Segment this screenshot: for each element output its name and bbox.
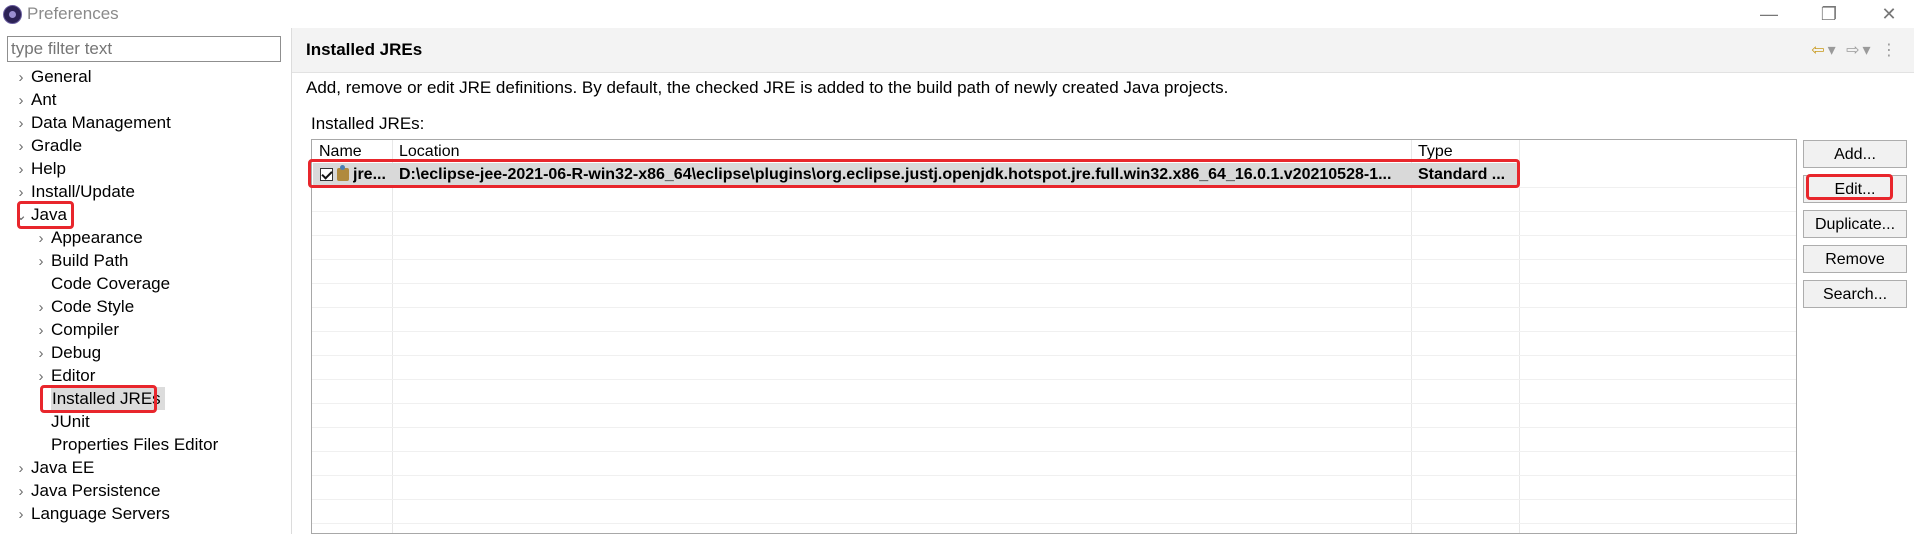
jre-table[interactable]: Name Location Type jre... D:\eclipse-jee… <box>311 139 1797 534</box>
chevron-right-icon[interactable]: › <box>14 66 28 89</box>
column-header-type[interactable]: Type <box>1418 140 1453 161</box>
column-header-location[interactable]: Location <box>399 140 460 161</box>
tree-item-code-style[interactable]: › Code Style <box>34 295 135 319</box>
tree-item-code-coverage[interactable]: Code Coverage <box>51 272 170 295</box>
remove-button[interactable]: Remove <box>1803 245 1907 273</box>
back-icon[interactable]: ⇦ <box>1811 42 1827 59</box>
navigation-toolbar: ⇦▾ ⇨▾ ⋮ <box>1811 40 1900 60</box>
chevron-down-icon[interactable]: ⌄ <box>14 204 28 227</box>
tree-item-java[interactable]: ⌄ Java <box>14 203 67 226</box>
chevron-right-icon[interactable]: › <box>34 319 48 342</box>
table-header: Name Location Type <box>312 140 1796 161</box>
tree-item-editor[interactable]: › Editor <box>34 364 96 388</box>
tree-item-ant[interactable]: › Ant <box>14 88 57 111</box>
menu-icon[interactable]: ⋮ <box>1881 42 1900 59</box>
tree-item-appearance[interactable]: › Appearance <box>34 226 143 249</box>
tree-item-build-path[interactable]: › Build Path <box>34 249 129 272</box>
tree-item-language-servers[interactable]: › Language Servers <box>14 502 170 525</box>
chevron-right-icon[interactable]: › <box>34 227 48 250</box>
main-panel: Installed JREs ⇦▾ ⇨▾ ⋮ Add, remove or ed… <box>292 28 1914 534</box>
title-bar: Preferences — ❐ ✕ <box>0 0 1914 28</box>
chevron-right-icon[interactable]: › <box>34 342 48 365</box>
chevron-right-icon[interactable]: › <box>14 457 28 480</box>
chevron-right-icon[interactable]: › <box>14 112 28 135</box>
checkbox-icon[interactable] <box>320 168 333 181</box>
back-menu-icon[interactable]: ▾ <box>1828 42 1839 59</box>
tree-item-java-ee[interactable]: › Java EE <box>14 456 95 480</box>
edit-button[interactable]: Edit... <box>1803 175 1907 203</box>
tree-item-help[interactable]: › Help <box>14 157 66 180</box>
chevron-right-icon[interactable]: › <box>34 250 48 273</box>
tree-item-properties-files-editor[interactable]: Properties Files Editor <box>51 433 218 456</box>
page-header: Installed JREs ⇦▾ ⇨▾ ⋮ <box>292 28 1914 73</box>
add-button[interactable]: Add... <box>1803 140 1907 168</box>
tree-item-installed-jres[interactable]: Installed JREs <box>51 387 165 410</box>
chevron-right-icon[interactable]: › <box>14 135 28 158</box>
close-icon[interactable]: ✕ <box>1869 2 1909 26</box>
chevron-right-icon[interactable]: › <box>14 89 28 112</box>
chevron-right-icon[interactable]: › <box>34 365 48 388</box>
chevron-right-icon[interactable]: › <box>14 480 28 503</box>
tree-item-gradle[interactable]: › Gradle <box>14 134 83 158</box>
tree-item-java-persistence[interactable]: › Java Persistence <box>14 479 161 503</box>
tree-item-data-management[interactable]: › Data Management <box>14 111 171 134</box>
cell-type: Standard ... <box>1418 166 1506 183</box>
cell-location: D:\eclipse-jee-2021-06-R-win32-x86_64\ec… <box>399 166 1392 183</box>
chevron-right-icon[interactable]: › <box>14 181 28 204</box>
jre-icon <box>337 165 349 181</box>
app-icon <box>3 5 22 24</box>
tree-item-install-update[interactable]: › Install/Update <box>14 180 135 203</box>
page-title: Installed JREs <box>306 40 423 59</box>
window-title: Preferences <box>27 4 119 23</box>
preferences-tree-panel: ›General ›Ant ›Data Management ›Gradle ›… <box>0 28 292 534</box>
chevron-right-icon[interactable]: › <box>14 503 28 526</box>
tree-item-debug[interactable]: › Debug <box>34 341 102 365</box>
tree-item-general[interactable]: › General <box>14 65 92 89</box>
table-label: Installed JREs: <box>311 114 425 133</box>
search-button[interactable]: Search... <box>1803 280 1907 308</box>
page-description: Add, remove or edit JRE definitions. By … <box>306 78 1229 97</box>
forward-icon[interactable]: ⇨ <box>1846 42 1862 59</box>
duplicate-button[interactable]: Duplicate... <box>1803 210 1907 238</box>
column-header-name[interactable]: Name <box>319 140 362 161</box>
restore-icon[interactable]: ❐ <box>1809 2 1849 26</box>
cell-name: jre... <box>353 166 386 183</box>
filter-input[interactable] <box>7 36 281 62</box>
minimize-icon[interactable]: — <box>1749 2 1789 26</box>
chevron-right-icon[interactable]: › <box>14 158 28 181</box>
table-row[interactable]: jre... D:\eclipse-jee-2021-06-R-win32-x8… <box>313 163 1519 187</box>
chevron-right-icon[interactable]: › <box>34 296 48 319</box>
tree-item-junit[interactable]: JUnit <box>51 410 90 433</box>
forward-menu-icon[interactable]: ▾ <box>1863 42 1874 59</box>
tree-item-compiler[interactable]: › Compiler <box>34 318 120 342</box>
